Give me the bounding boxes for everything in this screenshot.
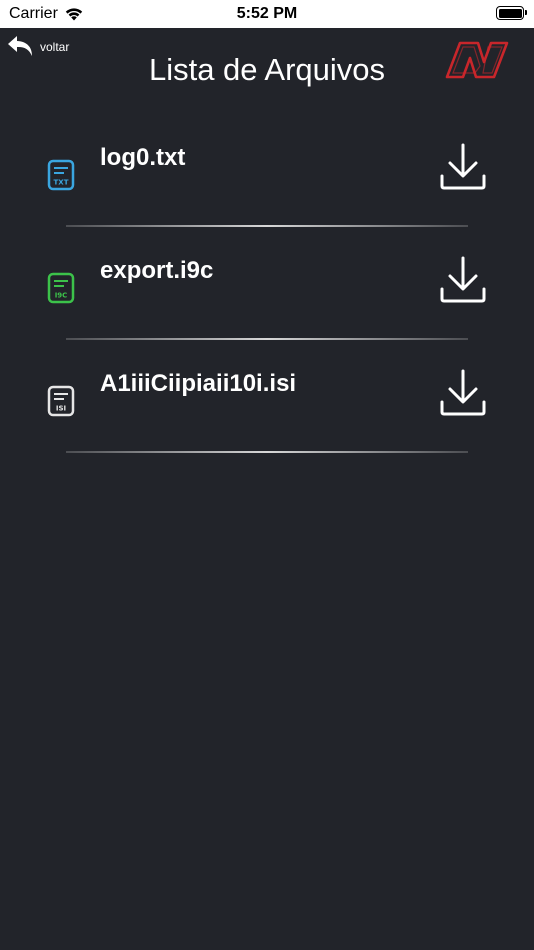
download-icon[interactable] bbox=[438, 142, 488, 192]
status-time: 5:52 PM bbox=[236, 5, 298, 22]
battery-fill bbox=[498, 8, 522, 18]
brand-logo bbox=[445, 41, 509, 79]
file-row[interactable]: TXT log0.txt bbox=[0, 114, 534, 227]
file-type-label: I9C bbox=[55, 292, 68, 300]
download-icon[interactable] bbox=[438, 255, 488, 305]
row-divider bbox=[66, 451, 468, 453]
file-type-label: ISI bbox=[56, 405, 66, 413]
status-bar: Carrier 5:52 PM bbox=[0, 0, 534, 28]
file-row[interactable]: I9C export.i9c bbox=[0, 227, 534, 340]
screen: Carrier 5:52 PM voltar Lista de Arquivos bbox=[0, 0, 534, 950]
i9c-file-icon: I9C bbox=[47, 272, 75, 304]
isi-file-icon: ISI bbox=[47, 385, 75, 417]
file-name: A1iiiCiipiaii10i.isi bbox=[100, 370, 297, 397]
download-icon[interactable] bbox=[438, 368, 488, 418]
txt-file-icon: TXT bbox=[47, 159, 75, 191]
file-row[interactable]: ISI A1iiiCiipiaii10i.isi bbox=[0, 340, 534, 453]
battery-icon bbox=[496, 6, 527, 20]
file-name: log0.txt bbox=[100, 144, 186, 171]
file-name: export.i9c bbox=[100, 257, 214, 284]
file-list: TXT log0.txt I9C export.i9c ISI A1iiiCii… bbox=[0, 114, 534, 453]
file-type-label: TXT bbox=[54, 179, 69, 187]
